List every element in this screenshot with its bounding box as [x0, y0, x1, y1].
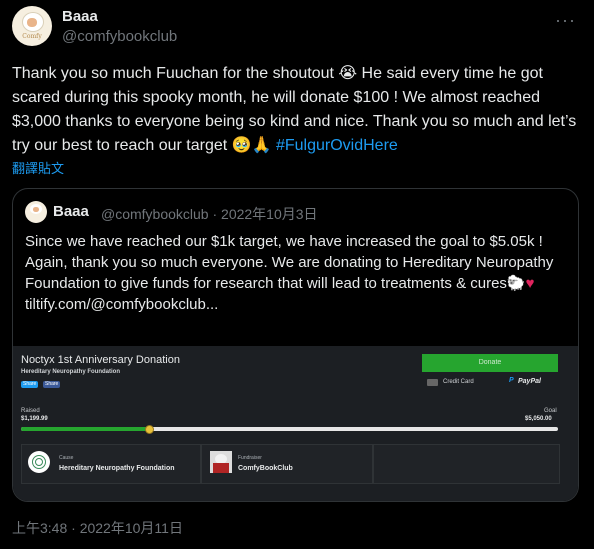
progress-bar [21, 425, 558, 434]
raised-label: Raised [21, 408, 40, 414]
fundraiser-avatar [210, 451, 232, 473]
more-icon[interactable]: ··· [555, 10, 576, 31]
card-title: Noctyx 1st Anniversary Donation [21, 354, 180, 366]
quote-author-name: Baaa [53, 203, 89, 220]
quote-text: Since we have reached our $1k target, we… [25, 231, 570, 315]
goal-value: $5,050.00 [525, 416, 552, 422]
quote-meta: @comfybookclub · 2022年10月3日 [101, 206, 318, 222]
cause-value: Hereditary Neuropathy Foundation [59, 465, 175, 472]
empty-panel [373, 444, 560, 484]
author-name[interactable]: Baaa [62, 8, 98, 25]
raised-value: $1,199.99 [21, 416, 48, 422]
hashtag-link[interactable]: #FulgurOvidHere [276, 137, 398, 154]
fundraiser-value: ComfyBookClub [238, 465, 293, 472]
tweet-timestamp[interactable]: 上午3:48 · 2022年10月11日 [12, 518, 183, 538]
author-handle[interactable]: @comfybookclub [62, 28, 177, 45]
progress-marker [144, 425, 154, 434]
quote-link: tiltify.com/@comfybookclub... [25, 296, 219, 313]
donate-button: Donate [422, 354, 558, 372]
translate-link[interactable]: 翻譯貼文 [12, 158, 64, 177]
tweet-text: Thank you so much Fuuchan for the shouto… [12, 62, 584, 158]
link-card-image[interactable]: Noctyx 1st Anniversary Donation Heredita… [13, 346, 578, 501]
heart-icon: ♥ [525, 275, 535, 292]
credit-card-icon [427, 379, 438, 386]
cause-panel: Cause Hereditary Neuropathy Foundation [21, 444, 201, 484]
card-subtitle: Hereditary Neuropathy Foundation [21, 369, 121, 375]
quoted-tweet[interactable]: Baaa @comfybookclub · 2022年10月3日 Since w… [12, 188, 579, 502]
quote-body: Since we have reached our $1k target, we… [25, 233, 554, 292]
share-twitter-button: Share [21, 381, 39, 388]
cause-icon [28, 451, 50, 473]
share-facebook-button: Share [43, 381, 61, 388]
cause-label: Cause [59, 455, 74, 461]
avatar-brand: Comfy [22, 33, 42, 40]
progress-fill [21, 427, 149, 431]
tweet[interactable]: Comfy Baaa @comfybookclub ··· Thank you … [0, 0, 594, 549]
fundraiser-panel: Fundraiser ComfyBookClub [201, 444, 373, 484]
paypal-icon: P [509, 377, 514, 384]
quote-author-avatar [25, 201, 47, 223]
credit-card-label: Credit Card [443, 379, 474, 385]
author-avatar[interactable]: Comfy [12, 6, 52, 46]
goal-label: Goal [544, 408, 557, 414]
paypal-label: PayPal [518, 378, 541, 385]
fundraiser-label: Fundraiser [238, 455, 262, 461]
